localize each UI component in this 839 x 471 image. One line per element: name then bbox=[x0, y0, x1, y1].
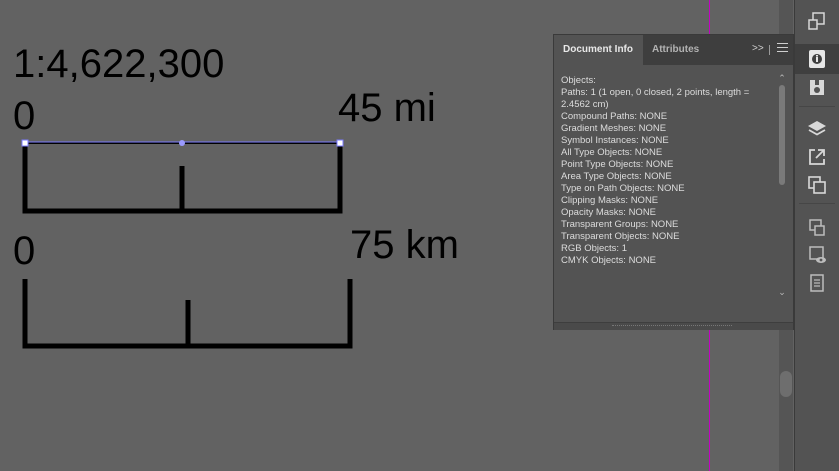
info-line: CMYK Objects: NONE bbox=[561, 255, 657, 266]
km-scale-bar[interactable] bbox=[22, 279, 353, 349]
scroll-up-icon[interactable]: ⌃ bbox=[776, 73, 788, 83]
layers-icon[interactable] bbox=[805, 117, 829, 141]
info-line: Area Type Objects: NONE bbox=[561, 171, 672, 182]
panel-tab-bar: Document Info Attributes >> bbox=[554, 35, 793, 65]
info-line: Transparent Groups: NONE bbox=[561, 219, 679, 230]
pathfinder-icon[interactable] bbox=[805, 173, 829, 197]
scroll-down-icon[interactable]: ⌄ bbox=[776, 287, 788, 297]
right-panel-dock bbox=[794, 0, 839, 471]
panel-menu-icon[interactable] bbox=[777, 43, 788, 53]
info-line: Paths: 1 (1 open, 0 closed, 2 points, le… bbox=[561, 87, 752, 110]
info-line: Opacity Masks: NONE bbox=[561, 207, 657, 218]
selected-path[interactable] bbox=[21, 139, 344, 147]
info-scroll-thumb[interactable] bbox=[779, 85, 785, 185]
document-info-panel: Document Info Attributes >> Objects: Pat… bbox=[553, 34, 794, 330]
appearance-icon[interactable] bbox=[805, 243, 829, 267]
miles-scale-bar[interactable] bbox=[22, 143, 343, 214]
export-icon[interactable] bbox=[805, 145, 829, 169]
path-anchor-start[interactable] bbox=[21, 139, 29, 147]
libraries-icon[interactable] bbox=[805, 76, 829, 100]
info-line: Symbol Instances: NONE bbox=[561, 135, 669, 146]
info-line: Point Type Objects: NONE bbox=[561, 159, 674, 170]
info-line: Transparent Objects: NONE bbox=[561, 231, 680, 242]
path-anchor-end[interactable] bbox=[336, 139, 344, 147]
collapse-panel-icon[interactable]: >> bbox=[752, 43, 764, 54]
document-info-icon[interactable] bbox=[805, 47, 829, 71]
canvas-scroll-thumb[interactable] bbox=[780, 371, 792, 397]
panel-header-divider bbox=[769, 45, 770, 55]
info-line: Objects: bbox=[561, 75, 596, 86]
info-line: Type on Path Objects: NONE bbox=[561, 183, 685, 194]
document-info-text: Objects: Paths: 1 (1 open, 0 closed, 2 p… bbox=[561, 75, 765, 297]
info-line: Clipping Masks: NONE bbox=[561, 195, 659, 206]
dock-separator bbox=[799, 106, 835, 107]
info-line: RGB Objects: 1 bbox=[561, 243, 627, 254]
panel-resize-grip[interactable] bbox=[554, 322, 793, 330]
artboards-icon[interactable] bbox=[805, 215, 829, 239]
properties-icon[interactable] bbox=[805, 271, 829, 295]
info-scrollbar[interactable]: ⌃ ⌄ bbox=[776, 73, 788, 299]
path-center-point[interactable] bbox=[179, 140, 185, 146]
tab-document-info[interactable]: Document Info bbox=[554, 35, 643, 65]
artboard-export-icon[interactable] bbox=[805, 10, 829, 34]
info-line: Compound Paths: NONE bbox=[561, 111, 668, 122]
dock-separator bbox=[799, 203, 835, 204]
info-line: Gradient Meshes: NONE bbox=[561, 123, 667, 134]
tab-attributes[interactable]: Attributes bbox=[643, 35, 708, 65]
info-line: All Type Objects: NONE bbox=[561, 147, 663, 158]
